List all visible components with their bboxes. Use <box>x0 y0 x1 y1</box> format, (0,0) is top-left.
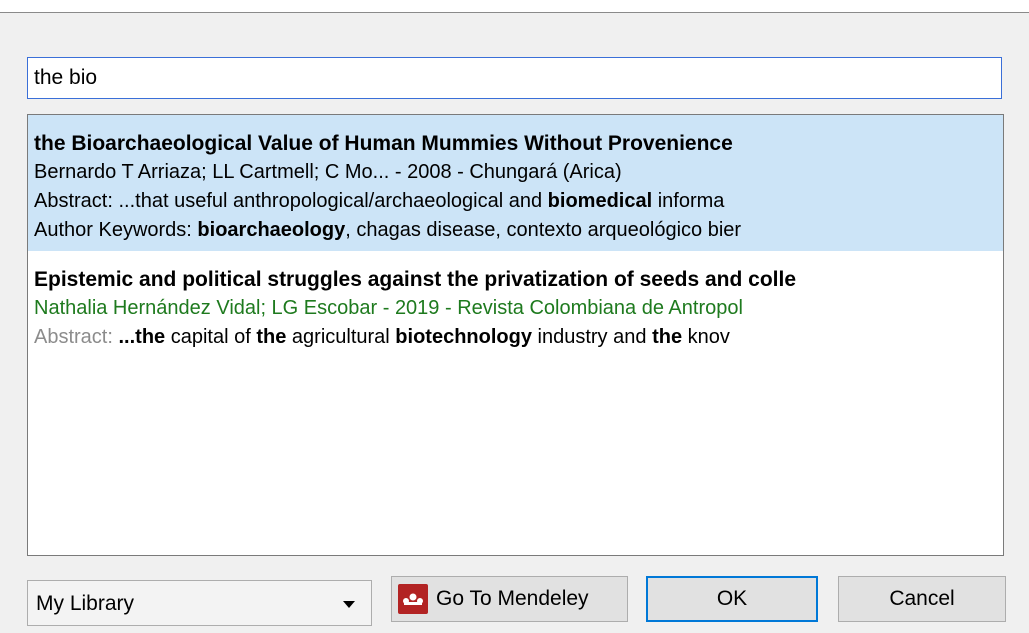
cancel-button[interactable]: Cancel <box>838 576 1006 622</box>
result-meta: Nathalia Hernández Vidal; LG Escobar - 2… <box>34 297 743 319</box>
result-item-1[interactable]: the Bioarchaeological Value of Human Mum… <box>28 115 1003 251</box>
abstract-label: Abstract: <box>34 190 113 212</box>
abstract-highlight: biotechnology <box>395 326 532 348</box>
chevron-down-icon[interactable] <box>343 601 355 608</box>
keywords-text: , chagas disease, contexto arqueológico … <box>345 219 742 241</box>
keywords-label: Author Keywords: <box>34 219 192 241</box>
result-item-2[interactable]: Epistemic and political struggles agains… <box>28 251 1003 358</box>
result-abstract: Abstract: ...that useful anthropological… <box>34 187 997 216</box>
dialog-footer: My Library Go To Mendeley OK Cancel <box>0 570 1029 633</box>
abstract-text: industry and <box>537 326 647 348</box>
abstract-text: agricultural <box>291 326 390 348</box>
result-title: Epistemic and political struggles agains… <box>34 268 797 291</box>
mendeley-logo-icon <box>398 584 428 614</box>
ok-button[interactable]: OK <box>646 576 818 622</box>
abstract-text: capital of <box>170 326 251 348</box>
abstract-highlight: biomedical <box>547 190 653 212</box>
window-top-edge <box>0 0 1029 13</box>
abstract-label: Abstract: <box>34 326 113 348</box>
library-select[interactable]: My Library <box>27 580 372 626</box>
result-abstract: Abstract: ...the capital of the agricult… <box>34 323 997 352</box>
abstract-text: knov <box>687 326 730 348</box>
go-to-mendeley-button[interactable]: Go To Mendeley <box>391 576 628 622</box>
result-title: the Bioarchaeological Value of Human Mum… <box>34 132 733 155</box>
abstract-text: informa <box>657 190 725 212</box>
results-list[interactable]: the Bioarchaeological Value of Human Mum… <box>27 114 1004 556</box>
abstract-highlight: the <box>256 326 287 348</box>
abstract-highlight: ...the <box>118 326 166 348</box>
result-meta: Bernardo T Arriaza; LL Cartmell; C Mo...… <box>34 161 622 183</box>
keyword-highlight: bioarchaeology <box>197 219 346 241</box>
go-to-mendeley-label: Go To Mendeley <box>436 587 589 610</box>
library-select-value: My Library <box>36 592 135 615</box>
abstract-text: ...that useful anthropological/archaeolo… <box>118 190 543 212</box>
search-input[interactable] <box>27 57 1002 99</box>
result-keywords: Author Keywords: bioarchaeology, chagas … <box>34 216 997 245</box>
abstract-highlight: the <box>652 326 683 348</box>
